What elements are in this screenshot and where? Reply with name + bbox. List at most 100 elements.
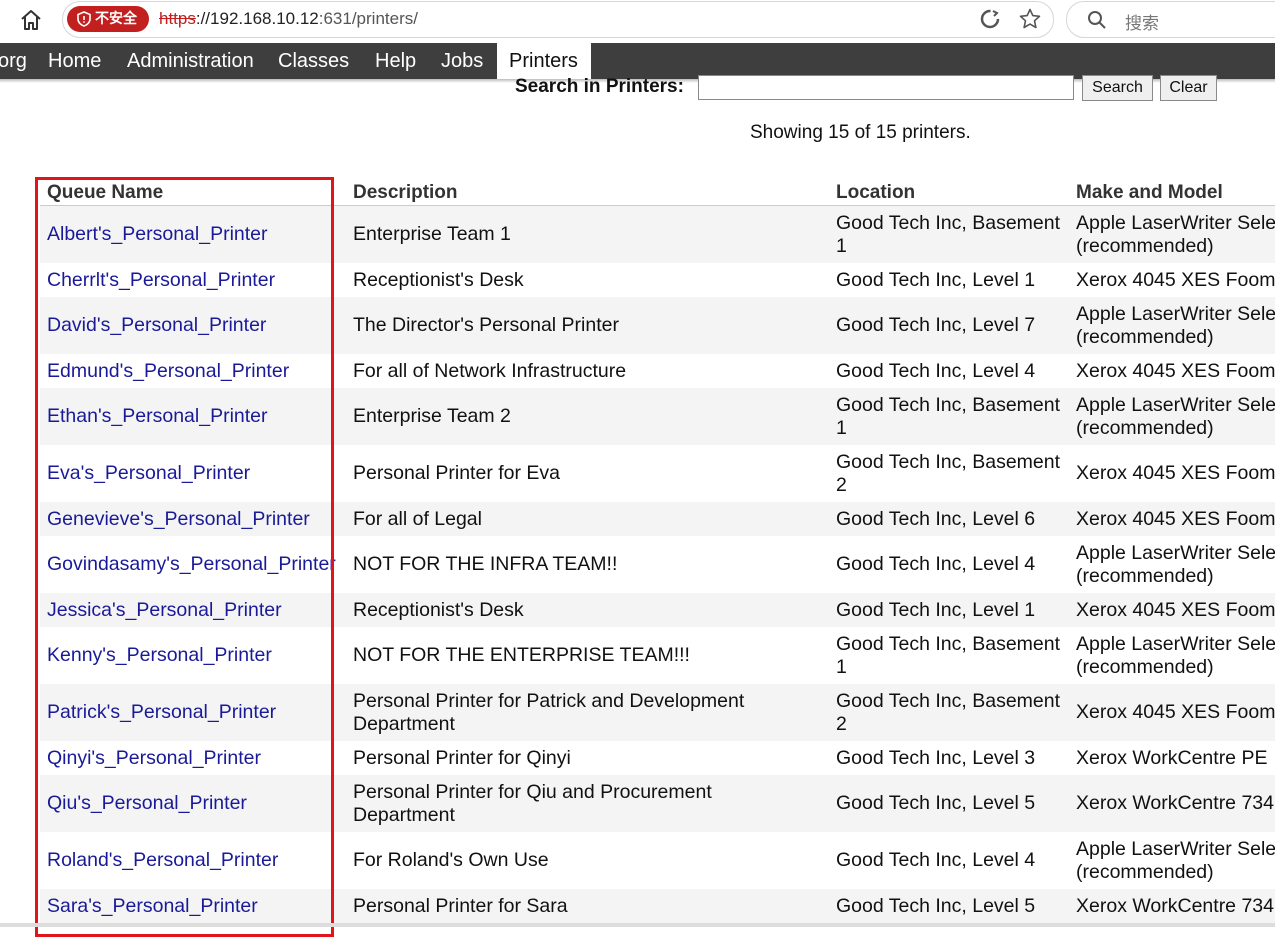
location-cell-line: Good Tech Inc, Basement <box>836 211 1061 234</box>
model-cell-line: Xerox 4045 XES Foom <box>1076 462 1275 484</box>
description-cell-line: NOT FOR THE INFRA TEAM!! <box>353 553 618 575</box>
search-label: Search in Printers: <box>515 76 684 97</box>
model-cell-line: Xerox WorkCentre PE <box>1076 746 1268 769</box>
model-cell: Xerox WorkCentre 734 <box>1076 792 1274 815</box>
queue-name-link[interactable]: Govindasamy's_Personal_Printer <box>47 553 336 576</box>
model-cell-line: Xerox 4045 XES Foom <box>1076 359 1275 382</box>
location-cell-line: 1 <box>836 655 847 678</box>
model-cell-line: Xerox WorkCentre 734 <box>1076 894 1274 917</box>
description-cell: Receptionist's Desk <box>353 599 524 622</box>
model-cell: Xerox 4045 XES Foom <box>1076 269 1275 292</box>
nav-item-jobs[interactable]: Jobs <box>441 43 483 79</box>
model-cell-line: (recommended) <box>1076 416 1214 439</box>
cups-nav-bar: org Home Administration Classes Help Job… <box>0 43 1275 79</box>
description-cell: For all of Network Infrastructure <box>353 360 626 383</box>
queue-name-link[interactable]: Edmund's_Personal_Printer <box>47 360 289 383</box>
model-cell: Xerox WorkCentre PE <box>1076 747 1267 770</box>
queue-name-link[interactable]: Kenny's_Personal_Printer <box>47 644 272 667</box>
queue-name-link[interactable]: Roland's_Personal_Printer <box>47 849 278 872</box>
description-cell-line: Personal Printer for Qinyi <box>353 746 571 769</box>
model-cell-line: (recommended) <box>1076 325 1214 348</box>
nav-item-help[interactable]: Help <box>375 43 416 79</box>
browser-search-box[interactable]: 搜索 <box>1066 1 1275 38</box>
description-cell: Personal Printer for Qinyi <box>353 747 571 770</box>
location-cell: Good Tech Inc, Basement 1 <box>836 212 1060 258</box>
header-make-and-model[interactable]: Make and Model <box>1076 182 1223 204</box>
url-scheme: https <box>159 9 196 28</box>
description-cell-line: For all of Legal <box>353 507 482 530</box>
url-text[interactable]: https://192.168.10.12:631/printers/ <box>159 9 418 29</box>
header-queue-name[interactable]: Queue Name <box>47 182 163 204</box>
queue-name-link[interactable]: Qinyi's_Personal_Printer <box>47 747 261 770</box>
table-row: Edmund's_Personal_Printer For all of Netw… <box>40 354 1275 388</box>
location-cell: Good Tech Inc, Level 1 <box>836 599 1035 622</box>
clear-button[interactable]: Clear <box>1160 75 1217 101</box>
nav-item-printers[interactable]: Printers <box>497 43 591 79</box>
translate-icon[interactable] <box>979 8 1001 30</box>
nav-item-classes[interactable]: Classes <box>278 43 349 79</box>
description-cell-line: Personal Printer for Qiu and Procurement <box>353 780 712 803</box>
description-cell: Personal Printer for Sara <box>353 895 568 918</box>
table-row: Cherrlt's_Personal_Printer Receptionist's… <box>40 263 1275 297</box>
table-row: Ethan's_Personal_Printer Enterprise Team … <box>40 388 1275 445</box>
queue-name-link[interactable]: Eva's_Personal_Printer <box>47 462 250 485</box>
model-cell: Apple LaserWriter Sele (recommended) <box>1076 303 1275 349</box>
home-icon[interactable] <box>18 7 44 33</box>
model-cell: Xerox 4045 XES Foom <box>1076 508 1275 531</box>
queue-name-link[interactable]: Ethan's_Personal_Printer <box>47 405 268 428</box>
description-cell: For Roland's Own Use <box>353 849 549 872</box>
table-row: Govindasamy's_Personal_Printer NOT FOR TH… <box>40 536 1275 593</box>
url-path: :631/printers/ <box>318 9 418 28</box>
search-input[interactable] <box>698 75 1074 100</box>
model-cell-line: Apple LaserWriter Sele <box>1076 393 1275 416</box>
insecure-badge[interactable]: 不安全 <box>67 6 149 32</box>
location-cell-line: Good Tech Inc, Level 5 <box>836 894 1036 917</box>
description-cell: NOT FOR THE ENTERPRISE TEAM!!! <box>353 644 690 667</box>
model-cell: Xerox 4045 XES Foom <box>1076 360 1275 383</box>
model-cell: Apple LaserWriter Sele (recommended) <box>1076 542 1275 588</box>
search-button[interactable]: Search <box>1082 75 1153 101</box>
nav-item-home[interactable]: Home <box>48 43 101 79</box>
description-cell: Personal Printer for Eva <box>353 462 560 485</box>
model-cell-line: Xerox 4045 XES Foom <box>1076 598 1275 621</box>
queue-name-link[interactable]: Albert's_Personal_Printer <box>47 223 268 246</box>
location-cell: Good Tech Inc, Level 5 <box>836 792 1035 815</box>
queue-name-link[interactable]: Patrick's_Personal_Printer <box>47 701 276 724</box>
queue-name-link[interactable]: Jessica's_Personal_Printer <box>47 599 282 622</box>
search-icon <box>1088 11 1106 29</box>
description-cell-line: Personal Printer for Eva <box>353 462 561 484</box>
nav-item-org[interactable]: org <box>0 43 27 79</box>
nav-item-administration[interactable]: Administration <box>127 43 254 79</box>
queue-name-link[interactable]: Cherrlt's_Personal_Printer <box>47 269 275 292</box>
bookmark-star-icon[interactable] <box>1018 7 1042 31</box>
model-cell: Xerox 4045 XES Foom <box>1076 599 1275 622</box>
location-cell-line: 1 <box>836 234 847 257</box>
description-cell: Enterprise Team 1 <box>353 223 511 246</box>
description-cell-line: For all of Network Infrastructure <box>353 359 627 382</box>
description-cell: NOT FOR THE INFRA TEAM!! <box>353 553 617 576</box>
model-cell: Apple LaserWriter Sele (recommended) <box>1076 394 1275 440</box>
description-cell: Receptionist's Desk <box>353 269 524 292</box>
address-bar[interactable]: 不安全 https://192.168.10.12:631/printers/ <box>62 1 1054 38</box>
location-cell: Good Tech Inc, Level 4 <box>836 360 1035 383</box>
queue-name-link[interactable]: David's_Personal_Printer <box>47 314 266 337</box>
table-row: Patrick's_Personal_Printer Personal Print… <box>40 684 1275 741</box>
queue-name-link[interactable]: Sara's_Personal_Printer <box>47 895 258 918</box>
header-description[interactable]: Description <box>353 182 458 204</box>
table-row: Jessica's_Personal_Printer Receptionist's… <box>40 593 1275 627</box>
model-cell-line: (recommended) <box>1076 564 1214 587</box>
location-cell-line: Good Tech Inc, Level 4 <box>836 359 1036 382</box>
description-cell: Personal Printer for Qiu and Procurement… <box>353 781 712 827</box>
queue-name-link[interactable]: Qiu's_Personal_Printer <box>47 792 247 815</box>
model-cell-line: Xerox 4045 XES Foom <box>1076 268 1275 291</box>
header-location[interactable]: Location <box>836 182 915 204</box>
description-cell-line: Personal Printer for Patrick and Develop… <box>353 689 745 712</box>
shield-warning-icon <box>77 11 91 27</box>
queue-name-link[interactable]: Genevieve's_Personal_Printer <box>47 508 310 531</box>
location-cell-line: Good Tech Inc, Level 5 <box>836 792 1036 814</box>
model-cell: Apple LaserWriter Sele (recommended) <box>1076 633 1275 679</box>
table-row: Kenny's_Personal_Printer NOT FOR THE ENTE… <box>40 627 1275 684</box>
location-cell-line: Good Tech Inc, Level 4 <box>836 553 1036 575</box>
table-row: David's_Personal_Printer The Director's P… <box>40 297 1275 354</box>
window-bottom-edge <box>0 923 1275 927</box>
